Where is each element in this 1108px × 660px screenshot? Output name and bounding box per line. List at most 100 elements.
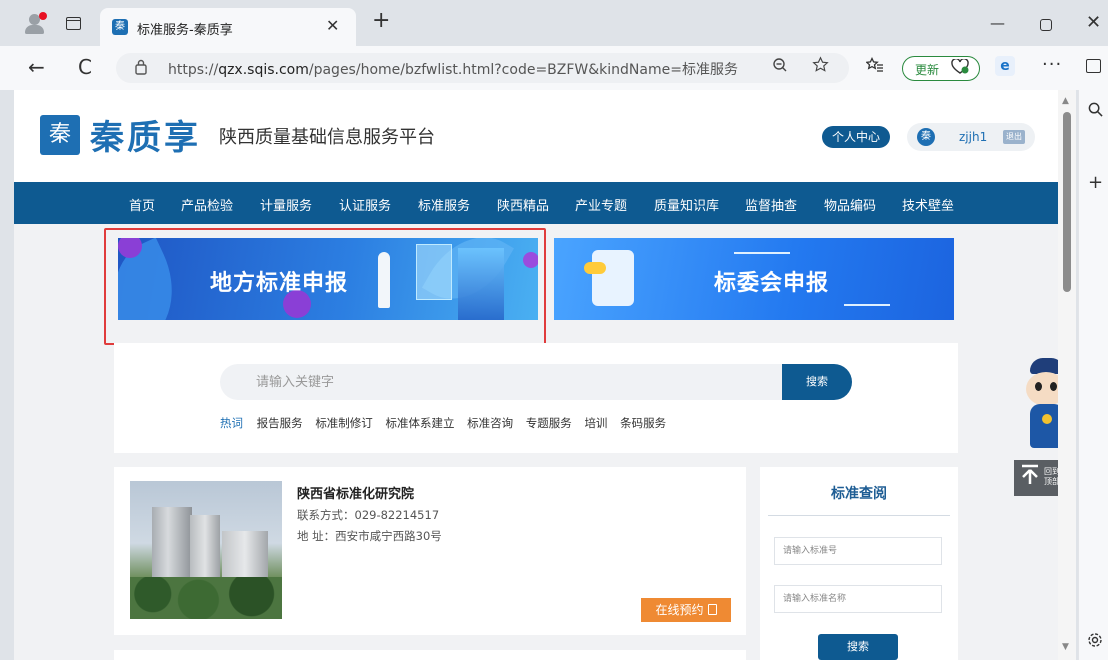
url-text[interactable]: https://qzx.sqis.com/pages/home/bzfwlist… bbox=[168, 59, 738, 79]
hot-words-label: 热词 bbox=[220, 416, 243, 430]
update-label: 更新 bbox=[915, 63, 940, 77]
banner-screen bbox=[416, 244, 452, 300]
address-toolbar: ← C https://qzx.sqis.com/pages/home/bzfw… bbox=[0, 46, 1108, 90]
refresh-button[interactable]: C bbox=[78, 55, 92, 79]
scroll-down-icon[interactable]: ▼ bbox=[1062, 642, 1069, 652]
org-address: 地 址：西安市咸宁西路30号 bbox=[297, 529, 442, 543]
minimize-button[interactable]: — bbox=[990, 14, 1005, 32]
banner-line bbox=[844, 304, 890, 306]
avatar[interactable]: 秦 bbox=[917, 128, 935, 146]
user-info: 秦 zjjh1 退出 bbox=[907, 123, 1035, 151]
standard-lookup-title: 标准查阅 bbox=[831, 486, 887, 502]
online-reservation-button[interactable]: 在线预约 bbox=[641, 598, 731, 622]
form-icon bbox=[707, 604, 717, 615]
browser-sidebar: + bbox=[1078, 90, 1108, 660]
org-building-photo[interactable] bbox=[130, 481, 282, 619]
committee-banner-title: 标委会申报 bbox=[714, 271, 830, 296]
username[interactable]: zjjh1 bbox=[959, 130, 987, 144]
search-panel: 搜索 热词 报告服务 标准制修订 标准体系建立 标准咨询 专题服务 培训 条码服… bbox=[114, 343, 958, 453]
next-card bbox=[114, 650, 746, 660]
mascot-image bbox=[1020, 358, 1058, 454]
web-page: 秦 秦质享 陕西质量基础信息服务平台 个人中心 秦 zjjh1 退出 首页 产品… bbox=[14, 90, 1058, 660]
nav-item-technical-barriers[interactable]: 技术壁垒 bbox=[902, 195, 954, 214]
scroll-thumb[interactable] bbox=[1063, 112, 1071, 292]
banner-person bbox=[378, 252, 390, 308]
nav-item-quality-knowledge[interactable]: 质量知识库 bbox=[654, 195, 719, 214]
tab-close-icon[interactable]: ✕ bbox=[326, 16, 339, 35]
search-icon[interactable] bbox=[1088, 102, 1103, 121]
heart-icon bbox=[951, 58, 969, 79]
browser-tab[interactable]: 秦 标准服务-秦质享 ✕ bbox=[100, 8, 356, 46]
standard-search-button[interactable]: 搜索 bbox=[818, 634, 898, 660]
new-tab-button[interactable]: + bbox=[372, 10, 390, 32]
star-icon[interactable] bbox=[812, 56, 829, 78]
add-icon[interactable]: + bbox=[1088, 172, 1103, 193]
hot-word[interactable]: 标准制修订 bbox=[315, 416, 373, 430]
nav-item-industry-topics[interactable]: 产业专题 bbox=[575, 195, 627, 214]
nav-item-shaanxi-premium[interactable]: 陕西精品 bbox=[497, 195, 549, 214]
banner-orb bbox=[523, 252, 538, 268]
banner-line bbox=[734, 252, 790, 254]
search-button[interactable]: 搜索 bbox=[782, 364, 852, 400]
update-button[interactable]: 更新 bbox=[902, 56, 980, 81]
main-nav: 首页 产品检验 计量服务 认证服务 标准服务 陕西精品 产业专题 质量知识库 监… bbox=[14, 182, 1058, 224]
logout-button[interactable]: 退出 bbox=[1003, 130, 1025, 144]
maximize-button[interactable] bbox=[1040, 19, 1052, 31]
local-standard-banner[interactable]: 地方标准申报 bbox=[118, 238, 538, 320]
document-icon bbox=[584, 250, 634, 306]
nav-item-article-coding[interactable]: 物品编码 bbox=[824, 195, 876, 214]
hot-word[interactable]: 标准咨询 bbox=[467, 416, 513, 430]
org-name[interactable]: 陕西省标准化研究院 bbox=[297, 483, 414, 502]
nav-item-certification[interactable]: 认证服务 bbox=[339, 195, 391, 214]
browser-tab-bar: 秦 标准服务-秦质享 ✕ + — ✕ bbox=[0, 0, 1108, 46]
personal-center-button[interactable]: 个人中心 bbox=[822, 126, 890, 148]
favorites-icon[interactable] bbox=[865, 56, 884, 77]
hot-word[interactable]: 专题服务 bbox=[526, 416, 572, 430]
nav-item-standard-service[interactable]: 标准服务 bbox=[418, 195, 470, 214]
committee-banner[interactable]: 标委会申报 bbox=[554, 238, 954, 320]
reserve-label: 在线预约 bbox=[655, 603, 704, 617]
hot-word[interactable]: 条码服务 bbox=[620, 416, 666, 430]
zoom-out-icon[interactable] bbox=[772, 57, 788, 77]
address-bar[interactable]: https://qzx.sqis.com/pages/home/bzfwlist… bbox=[116, 53, 849, 83]
banner-tower bbox=[458, 248, 504, 320]
site-logo-badge[interactable]: 秦 bbox=[40, 115, 80, 155]
edge-icon[interactable]: e bbox=[995, 56, 1015, 76]
search-input[interactable] bbox=[220, 364, 782, 400]
local-standard-banner-title: 地方标准申报 bbox=[210, 271, 349, 296]
more-options-icon[interactable]: ··· bbox=[1042, 54, 1062, 75]
tab-actions-icon[interactable] bbox=[66, 17, 81, 30]
standard-lookup-panel: 标准查阅 搜索 bbox=[760, 467, 958, 660]
standard-number-input[interactable] bbox=[774, 537, 942, 565]
url-path: /pages/home/bzfwlist.html?code=BZFW&kind… bbox=[308, 62, 738, 78]
tab-title: 标准服务-秦质享 bbox=[137, 23, 233, 38]
back-to-top-button[interactable]: 回到顶部 bbox=[1014, 460, 1058, 496]
url-scheme: https:// bbox=[168, 62, 219, 78]
org-card: 陕西省标准化研究院 联系方式：029-82214517 地 址：西安市咸宁西路3… bbox=[114, 467, 746, 635]
window-close-button[interactable]: ✕ bbox=[1086, 12, 1101, 33]
divider bbox=[768, 515, 950, 516]
site-favicon-icon: 秦 bbox=[112, 19, 128, 35]
hot-words: 热词 报告服务 标准制修订 标准体系建立 标准咨询 专题服务 培训 条码服务 bbox=[220, 415, 675, 431]
nav-item-supervision[interactable]: 监督抽查 bbox=[745, 195, 797, 214]
scroll-up-icon[interactable]: ▲ bbox=[1062, 96, 1069, 106]
standard-name-input[interactable] bbox=[774, 585, 942, 613]
site-info-icon[interactable] bbox=[134, 59, 148, 76]
hot-word[interactable]: 报告服务 bbox=[257, 416, 303, 430]
page-scrollbar[interactable]: ▲ ▼ bbox=[1058, 90, 1076, 660]
url-domain: qzx.sqis.com bbox=[218, 62, 309, 78]
site-logo-text[interactable]: 秦质享 bbox=[90, 110, 201, 159]
back-button[interactable]: ← bbox=[28, 55, 45, 79]
site-subtitle: 陕西质量基础信息服务平台 bbox=[219, 127, 435, 148]
arrow-up-icon bbox=[1020, 463, 1040, 491]
profile-avatar-icon[interactable] bbox=[22, 12, 48, 36]
nav-item-product-inspection[interactable]: 产品检验 bbox=[181, 195, 233, 214]
site-header: 秦 秦质享 陕西质量基础信息服务平台 个人中心 秦 zjjh1 退出 bbox=[14, 90, 1058, 180]
back-to-top-label: 回到顶部 bbox=[1044, 467, 1058, 486]
nav-item-metrology[interactable]: 计量服务 bbox=[260, 195, 312, 214]
nav-item-home[interactable]: 首页 bbox=[129, 195, 155, 214]
sidebar-toggle-icon[interactable] bbox=[1086, 59, 1101, 73]
hot-word[interactable]: 培训 bbox=[584, 416, 607, 430]
hot-word[interactable]: 标准体系建立 bbox=[385, 416, 454, 430]
gear-icon[interactable] bbox=[1087, 632, 1103, 652]
